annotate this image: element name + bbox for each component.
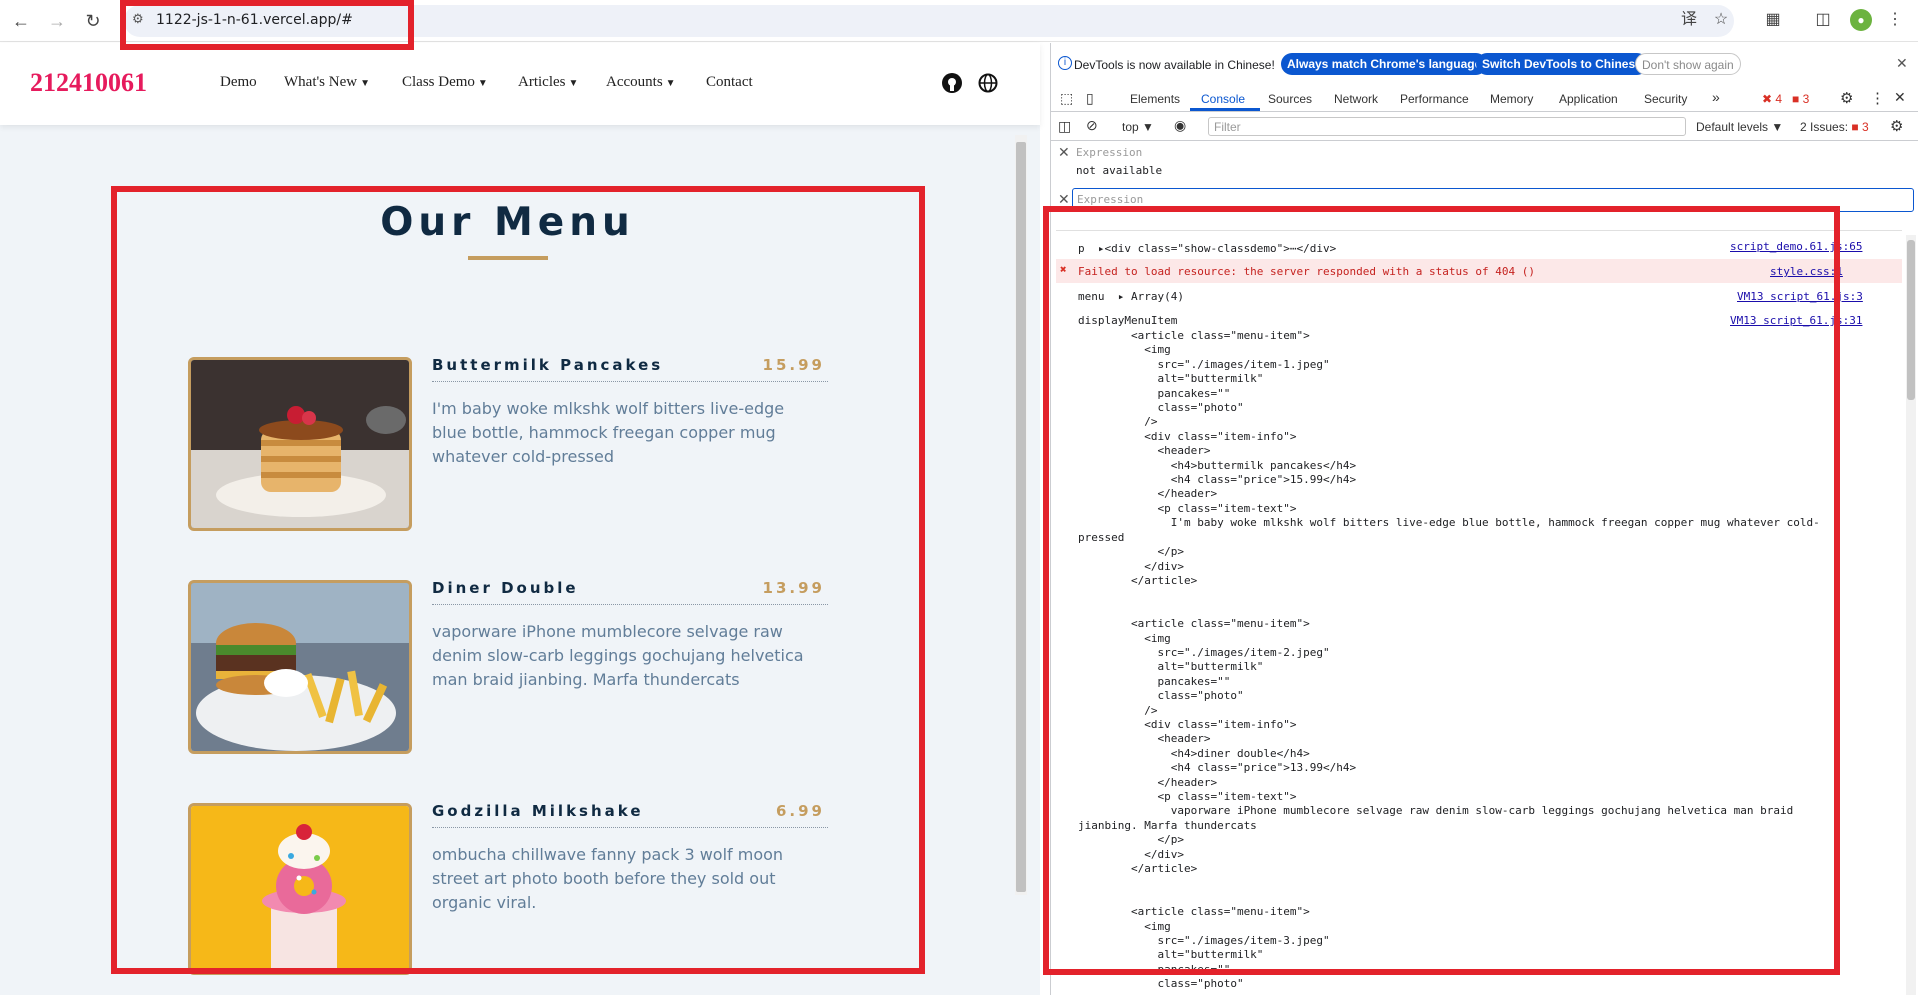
nav-contact[interactable]: Contact [706, 74, 753, 91]
log-levels-dropdown[interactable]: Default levels ▼ [1696, 120, 1783, 134]
live-expression-eye-icon[interactable]: ◉ [1174, 117, 1186, 134]
nav-demo[interactable]: Demo [220, 74, 257, 91]
tab-security[interactable]: Security [1644, 92, 1687, 106]
bookmark-star-icon[interactable]: ☆ [1710, 9, 1732, 31]
extensions-icon[interactable]: ▦ [1762, 9, 1784, 31]
nav-class-demo[interactable]: Class Demo ▼ [402, 74, 488, 91]
side-panel-icon[interactable]: ◫ [1812, 9, 1834, 31]
chevron-down-icon: ▼ [360, 78, 371, 89]
dont-show-again-button[interactable]: Don't show again [1635, 53, 1741, 75]
expression-placeholder: Expression [1077, 193, 1144, 206]
issues-counter[interactable]: 2 Issues: ■ 3 [1800, 120, 1869, 134]
devtools-menu-icon[interactable]: ⋮ [1870, 89, 1885, 107]
info-icon: i [1058, 56, 1072, 70]
translate-icon[interactable]: 译 [1678, 9, 1700, 31]
live-expression-value: not available [1076, 164, 1163, 177]
context-selector[interactable]: top ▼ [1122, 120, 1154, 134]
always-match-language-button[interactable]: Always match Chrome's language [1281, 53, 1488, 75]
forward-icon[interactable]: → [44, 8, 70, 34]
profile-avatar[interactable]: ● [1850, 9, 1872, 31]
github-icon[interactable] [942, 73, 962, 93]
tab-application[interactable]: Application [1559, 92, 1618, 106]
chevron-down-icon: ▼ [665, 78, 676, 89]
sidebar-toggle-icon[interactable]: ◫ [1058, 118, 1071, 135]
site-logo[interactable]: 212410061 [30, 68, 147, 98]
tab-sources[interactable]: Sources [1268, 92, 1312, 106]
active-tab-indicator [1190, 108, 1260, 111]
annotation-box-menu [111, 186, 925, 974]
chevron-down-icon: ▼ [477, 78, 488, 89]
device-toolbar-icon[interactable]: ▯ [1086, 90, 1094, 107]
tab-network[interactable]: Network [1334, 92, 1378, 106]
tab-console[interactable]: Console [1201, 92, 1245, 106]
nav-whats-new[interactable]: What's New ▼ [284, 74, 370, 91]
close-notice-icon[interactable]: ✕ [1896, 55, 1908, 72]
filter-placeholder: Filter [1214, 120, 1241, 134]
devtools-tabbar [1050, 84, 1918, 112]
more-tabs-icon[interactable]: » [1712, 89, 1720, 105]
error-count[interactable]: ✖ 4 [1762, 92, 1782, 106]
globe-icon[interactable] [978, 73, 998, 93]
devtools-language-notice: DevTools is now available in Chinese! [1074, 58, 1275, 72]
warning-count[interactable]: ■ 3 [1792, 92, 1809, 106]
nav-articles[interactable]: Articles ▼ [518, 74, 578, 91]
switch-devtools-chinese-button[interactable]: Switch DevTools to Chinese [1476, 53, 1648, 75]
live-expression-label: Expression [1076, 146, 1143, 159]
inspect-element-icon[interactable]: ⬚ [1060, 90, 1073, 107]
chevron-down-icon: ▼ [568, 78, 579, 89]
tab-memory[interactable]: Memory [1490, 92, 1533, 106]
clear-console-icon[interactable]: ⊘ [1086, 117, 1098, 134]
tab-performance[interactable]: Performance [1400, 92, 1469, 106]
close-devtools-icon[interactable]: ✕ [1894, 89, 1906, 106]
nav-accounts[interactable]: Accounts ▼ [606, 74, 676, 91]
annotation-box-console [1043, 206, 1840, 975]
console-scrollbar-thumb[interactable] [1907, 240, 1915, 400]
console-filter-input[interactable] [1208, 117, 1686, 136]
reload-icon[interactable]: ↻ [80, 8, 106, 34]
more-menu-icon[interactable]: ⋮ [1884, 9, 1906, 31]
tab-elements[interactable]: Elements [1130, 92, 1180, 106]
settings-gear-icon[interactable]: ⚙ [1840, 89, 1853, 107]
annotation-box-url [120, 0, 414, 50]
page-scrollbar-thumb[interactable] [1016, 142, 1026, 892]
back-icon[interactable]: ← [8, 8, 34, 34]
remove-expression-icon[interactable]: ✕ [1058, 144, 1070, 161]
console-settings-icon[interactable]: ⚙ [1890, 117, 1903, 135]
